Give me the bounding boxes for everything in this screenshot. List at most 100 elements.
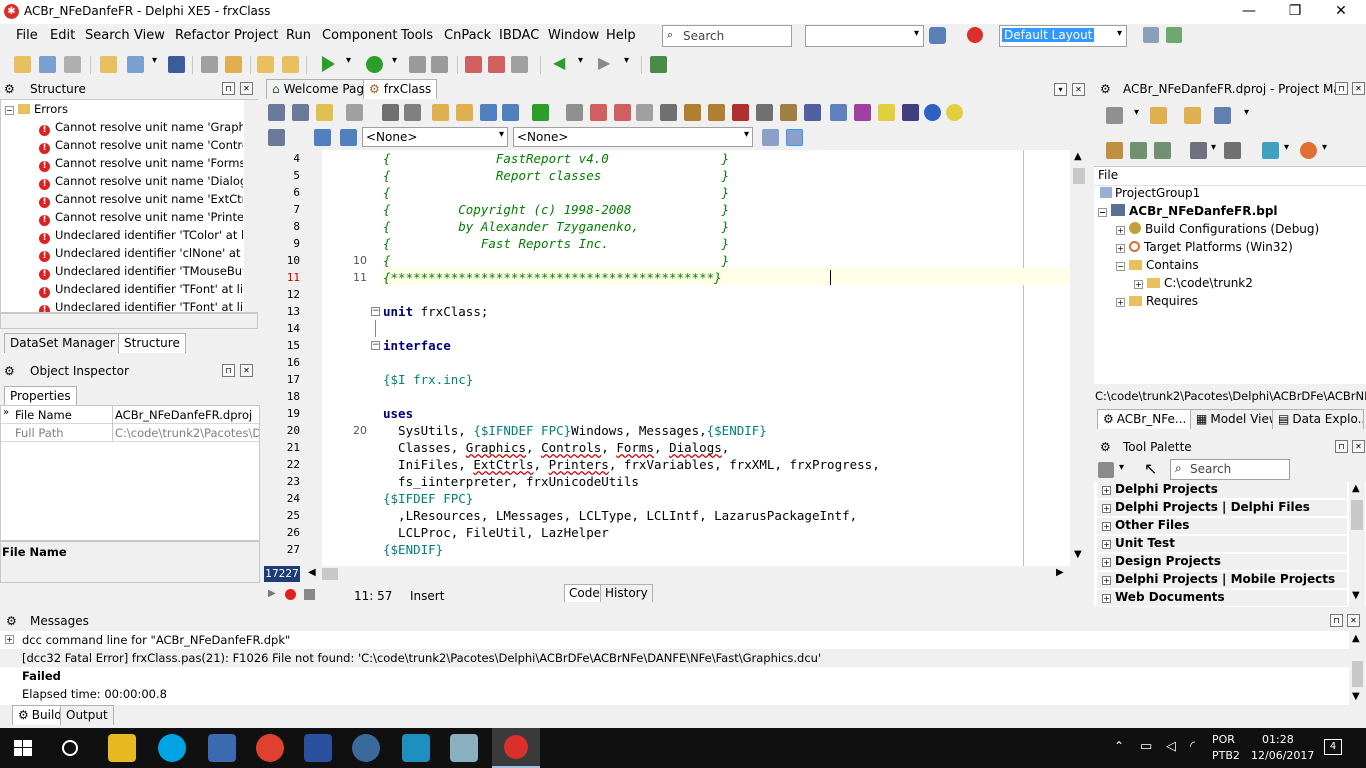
tab-welcome-page[interactable]: ⌂ Welcome Page [266, 79, 378, 99]
chevron-down-icon[interactable]: ▾ [1211, 142, 1216, 153]
app-icon-8[interactable] [450, 734, 478, 762]
message-row[interactable]: [dcc32 Fatal Error] frxClass.pas(21): F1… [22, 649, 821, 667]
list-sorted-icon[interactable] [786, 129, 803, 146]
tab-output[interactable]: Output [60, 705, 114, 725]
layout-combo[interactable]: Default Layout ▾ [999, 25, 1127, 47]
target-platforms-node[interactable]: + Target Platforms (Win32) [1116, 240, 1293, 258]
chevron-down-icon[interactable]: ▾ [578, 55, 583, 66]
cnpack-icon-4[interactable] [756, 104, 773, 121]
folder-node[interactable]: + C:\code\trunk2 [1134, 276, 1253, 294]
restore-button[interactable]: ❐ [1272, 0, 1318, 24]
open-folder-icon[interactable] [1184, 107, 1201, 124]
toggle-form-icon[interactable] [268, 104, 285, 121]
chevron-down-icon[interactable]: ▾ [1054, 83, 1067, 96]
help-book-icon[interactable] [650, 56, 667, 73]
cursor-icon[interactable] [636, 104, 653, 121]
message-row[interactable]: Elapsed time: 00:00:00.8 [22, 685, 167, 703]
chevron-down-icon[interactable]: ▾ [624, 55, 629, 66]
close-button[interactable]: ✕ [1318, 0, 1364, 24]
save-all-icon[interactable] [201, 56, 218, 73]
new-icon[interactable] [14, 56, 31, 73]
error-item[interactable]: !Cannot resolve unit name 'Printers' at … [39, 210, 243, 228]
error-item[interactable]: !Cannot resolve unit name 'Graphics' at [39, 120, 243, 138]
file-explorer-icon[interactable] [108, 734, 136, 762]
menu-help[interactable]: Help [606, 28, 636, 43]
menu-window[interactable]: Window [548, 28, 599, 43]
chrome-icon[interactable] [256, 734, 284, 762]
expand-icon[interactable] [1130, 142, 1147, 159]
palette-category[interactable]: + Other Files [1097, 518, 1347, 535]
view-icon[interactable] [1214, 107, 1231, 124]
menu-component[interactable]: Component [322, 28, 397, 43]
pin-icon[interactable]: ⊓ [1330, 614, 1343, 627]
tab-frxclass[interactable]: ⚙ frxClass [363, 79, 438, 99]
sync-icon[interactable] [1106, 142, 1123, 159]
minimize-button[interactable]: — [1226, 0, 1272, 24]
close-icon[interactable]: ✕ [1072, 83, 1085, 96]
cnpack-icon-9[interactable] [878, 104, 895, 121]
close-icon[interactable]: ✕ [240, 82, 253, 95]
pin-icon[interactable]: ⊓ [1335, 440, 1348, 453]
error-item[interactable]: !Undeclared identifier 'clNone' at line … [39, 246, 243, 264]
postgresql-icon[interactable] [352, 734, 380, 762]
palette-category[interactable]: + Design Projects [1097, 554, 1347, 571]
tab-project[interactable]: ⚙ ACBr_NFe... [1097, 409, 1193, 429]
stop-macro-icon[interactable] [304, 589, 315, 600]
error-item[interactable]: !Undeclared identifier 'TFont' at line 2… [39, 300, 243, 312]
build-configurations-node[interactable]: + Build Configurations (Debug) [1116, 222, 1319, 240]
close-icon[interactable]: ✕ [1352, 82, 1365, 95]
remove-icon[interactable] [64, 56, 81, 73]
new-items-icon[interactable] [39, 56, 56, 73]
run-without-debug-icon[interactable] [366, 56, 383, 73]
error-item[interactable]: !Cannot resolve unit name 'Controls' at [39, 138, 243, 156]
cnpack-icon-7[interactable] [830, 104, 847, 121]
menu-run[interactable]: Run [286, 28, 311, 43]
platform-icon[interactable] [1262, 142, 1279, 159]
class-combo[interactable]: <None> ▾ [362, 127, 508, 147]
tab-properties[interactable]: Properties [4, 386, 77, 406]
cnpack-icon-10[interactable] [902, 104, 919, 121]
save-icon[interactable] [168, 56, 185, 73]
pin-icon[interactable]: ⊓ [222, 82, 235, 95]
open-icon[interactable] [100, 56, 117, 73]
chevron-up-icon[interactable]: ⌃ [1114, 739, 1124, 753]
set-layout-icon[interactable] [1166, 27, 1182, 43]
record-macro-icon[interactable] [285, 589, 296, 600]
categories-icon[interactable] [1098, 462, 1114, 478]
cnpack-icon-8[interactable] [854, 104, 871, 121]
message-row[interactable]: Failed [22, 667, 61, 685]
reopen-icon[interactable] [127, 56, 144, 73]
activate-icon[interactable] [1106, 107, 1123, 124]
error-item[interactable]: !Cannot resolve unit name 'ExtCtrls' at … [39, 192, 243, 210]
error-item[interactable]: !Undeclared identifier 'TColor' at line … [39, 228, 243, 246]
help-icon[interactable] [924, 104, 941, 121]
clock-date[interactable]: 12/06/2017 [1251, 749, 1314, 762]
method-combo[interactable]: <None> ▾ [513, 127, 753, 147]
keyboard-layout[interactable]: PTB2 [1212, 749, 1240, 762]
delphi-taskbar-button[interactable] [492, 728, 540, 768]
property-row[interactable]: Full Path C:\code\trunk2\Pacotes\Delph [1, 424, 259, 442]
requires-node[interactable]: + Requires [1116, 294, 1198, 312]
menu-project[interactable]: Project [234, 28, 278, 43]
list-icon[interactable] [762, 129, 779, 146]
run-unit-icon[interactable] [532, 104, 549, 121]
open-project-icon[interactable] [225, 56, 242, 73]
message-row[interactable]: dcc command line for "ACBr_NFeDanfeFR.dp… [22, 631, 290, 649]
arrow-right-icon[interactable]: ▶ [598, 53, 610, 72]
pause-icon[interactable] [409, 56, 426, 73]
menu-ibdac[interactable]: IBDAC [499, 28, 539, 43]
chevron-down-icon[interactable]: ▾ [1244, 107, 1249, 118]
error-item[interactable]: !Undeclared identifier 'TFont' at line 1… [39, 282, 243, 300]
view-unit-icon[interactable] [292, 104, 309, 121]
cnpack-icon-5[interactable] [780, 104, 797, 121]
config-combo[interactable]: ▾ [805, 25, 924, 47]
collapse-icon[interactable] [1154, 142, 1171, 159]
tab-model-view[interactable]: ▦ Model View [1190, 409, 1285, 429]
app-icon-7[interactable] [402, 734, 430, 762]
editor-vertical-scrollbar[interactable]: ▲ ▼ [1070, 150, 1088, 566]
align-icon[interactable] [404, 104, 421, 121]
close-icon[interactable]: ✕ [240, 364, 253, 377]
cortana-icon[interactable] [62, 740, 78, 756]
remove-file-icon[interactable] [282, 56, 299, 73]
volume-icon[interactable]: ◁ [1166, 739, 1176, 754]
